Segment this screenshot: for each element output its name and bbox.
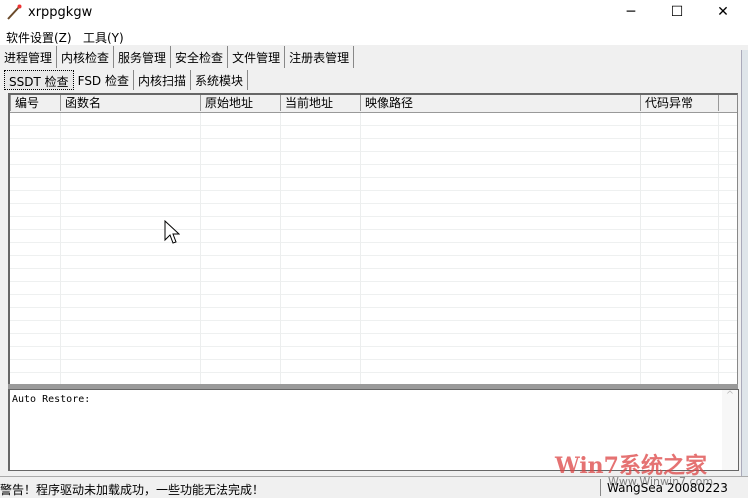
col-current-address[interactable]: 当前地址 (280, 95, 361, 111)
tab-files[interactable]: 文件管理 (228, 46, 286, 68)
scroll-up-icon[interactable]: ^ (726, 390, 734, 401)
watermark-url: Www.Winwin7.com (608, 475, 714, 488)
grid-line (640, 113, 641, 385)
grid-line (718, 113, 719, 385)
main-tabs: 进程管理 内核检查 服务管理 安全检查 文件管理 注册表管理 (0, 46, 355, 68)
log-scrollbar[interactable]: ^ (722, 390, 738, 470)
ssdt-table[interactable]: 编号 函数名 原始地址 当前地址 映像路径 代码异常 (8, 93, 738, 386)
col-filler (718, 95, 737, 111)
col-image-path[interactable]: 映像路径 (360, 95, 641, 111)
tab-security[interactable]: 安全检查 (171, 46, 229, 68)
subtab-kernel-scan[interactable]: 内核扫描 (134, 70, 192, 90)
col-original-address[interactable]: 原始地址 (200, 95, 281, 111)
tab-kernel[interactable]: 内核检查 (57, 46, 115, 68)
table-header: 编号 函数名 原始地址 当前地址 映像路径 代码异常 (10, 95, 737, 113)
minimize-button[interactable]: ─ (608, 0, 654, 24)
status-message: 警告！程序驱动未加载成功，一些功能无法完成！ (0, 483, 265, 497)
grid-line (360, 113, 361, 385)
close-button[interactable]: ✕ (700, 0, 746, 24)
mouse-cursor-icon (164, 220, 180, 244)
window-title: xrppgkgw (28, 5, 93, 20)
grid-line (60, 113, 61, 385)
title-bar: xrppgkgw ─ ☐ ✕ (0, 0, 748, 26)
col-function[interactable]: 函数名 (60, 95, 201, 111)
subtab-fsd[interactable]: FSD 检查 (74, 70, 134, 90)
grid-line (280, 113, 281, 385)
col-code-anomaly[interactable]: 代码异常 (640, 95, 719, 111)
tab-registry[interactable]: 注册表管理 (285, 46, 355, 68)
sub-tabs: SSDT 检查 FSD 检查 内核扫描 系统模块 (4, 70, 249, 90)
subtab-ssdt[interactable]: SSDT 检查 (4, 70, 74, 90)
maximize-button[interactable]: ☐ (654, 0, 700, 24)
window-edge (741, 50, 748, 476)
menu-bar: 软件设置(Z) 工具(Y) (0, 26, 748, 45)
tab-services[interactable]: 服务管理 (114, 46, 172, 68)
wand-icon (7, 4, 22, 20)
table-body (10, 113, 737, 385)
col-index[interactable]: 编号 (10, 95, 61, 111)
grid-line (200, 113, 201, 385)
menu-settings[interactable]: 软件设置(Z) (6, 29, 72, 46)
tab-process[interactable]: 进程管理 (0, 46, 58, 68)
subtab-modules[interactable]: 系统模块 (191, 70, 249, 90)
log-text: Auto Restore: (12, 394, 91, 405)
menu-tools[interactable]: 工具(Y) (83, 29, 124, 46)
